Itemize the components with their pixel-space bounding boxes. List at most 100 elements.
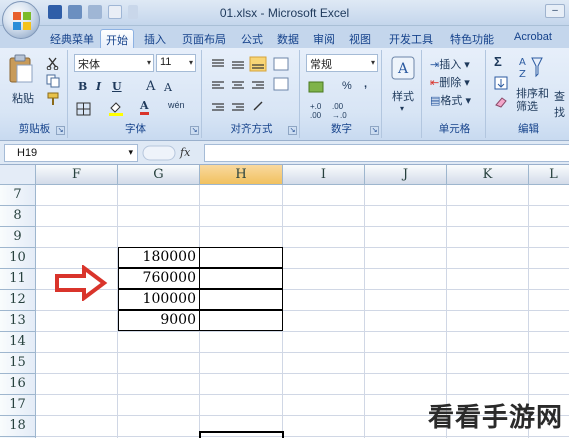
gridline [36,268,569,269]
fill-color-icon[interactable] [108,100,124,116]
formula-resize-icon[interactable] [142,145,176,161]
sort-filter-button[interactable]: 排序和 筛选 [516,88,549,114]
alignment-launcher-icon[interactable]: ↘ [288,126,297,135]
font-size-select[interactable]: 11 ▾ [156,54,196,72]
styles-button[interactable]: 样式 [392,88,414,104]
number-group: 常规 ▾ % , +.0.00 .00 →.0 数字 ↘ [302,50,382,138]
tab-formulas[interactable]: 公式 [236,29,268,48]
font-launcher-icon[interactable]: ↘ [190,126,199,135]
cell-g10[interactable]: 180000 [118,247,200,268]
column-header-j[interactable]: J [365,165,447,185]
name-box[interactable]: H19 ▾ [4,144,138,162]
tab-home[interactable]: 开始 [100,29,134,48]
font-color-button[interactable]: A [140,100,149,115]
underline-button[interactable]: U [112,80,122,93]
cut-icon[interactable] [46,56,60,70]
row-header-12[interactable]: 12 [0,290,36,311]
tab-page-layout[interactable]: 页面布局 [176,29,232,48]
ribbon: 粘贴 剪贴板 ↘ 宋体 ▾ 11 ▾ B I U A A A wén 字体 ↘ [0,48,569,141]
column-header-i[interactable]: I [283,165,365,185]
decrease-decimal-button[interactable]: .00 →.0 [332,102,347,120]
office-button[interactable] [2,1,40,39]
cell-h13[interactable] [199,310,283,331]
row-header-14[interactable]: 14 [0,332,36,353]
row-header-18[interactable]: 18 [0,416,36,437]
styles-icon[interactable]: A [391,56,415,80]
row-header-13[interactable]: 13 [0,311,36,332]
cell-g11[interactable]: 760000 [118,268,200,289]
row-header-8[interactable]: 8 [0,206,36,227]
phonetic-button[interactable]: wén [168,100,185,110]
formula-input[interactable] [204,144,569,162]
formula-bar: H19 ▾ fx [0,141,569,165]
clipboard-launcher-icon[interactable]: ↘ [56,126,65,135]
insert-cells-button[interactable]: ⇥插入 ▾ [430,56,470,72]
clear-icon[interactable] [494,96,508,108]
alignment-icons[interactable] [210,56,296,116]
autosum-button[interactable]: Σ [494,54,502,69]
row-header-17[interactable]: 17 [0,395,36,416]
chevron-down-icon: ▾ [370,58,375,67]
tab-review[interactable]: 审阅 [308,29,340,48]
column-header-g[interactable]: G [118,165,200,185]
tab-developer[interactable]: 开发工具 [382,29,440,48]
column-header-l[interactable]: L [529,165,569,185]
row-header-10[interactable]: 10 [0,248,36,269]
sort-filter-icon[interactable]: AZ [518,54,544,80]
cell-g13[interactable]: 9000 [118,310,200,331]
currency-icon[interactable] [308,80,326,94]
increase-decimal-button[interactable]: +.0.00 [310,102,321,120]
format-painter-icon[interactable] [46,92,60,106]
tab-view[interactable]: 视图 [344,29,376,48]
chevron-down-icon: ▾ [400,104,405,113]
number-launcher-icon[interactable]: ↘ [370,126,379,135]
insert-function-button[interactable]: fx [180,146,190,159]
tab-classic-menu[interactable]: 经典菜单 [46,29,98,48]
row-header-16[interactable]: 16 [0,374,36,395]
border-icon[interactable] [76,102,92,116]
cell-g12[interactable]: 100000 [118,289,200,310]
row-header-11[interactable]: 11 [0,269,36,290]
comma-button[interactable]: , [364,78,367,90]
italic-button[interactable]: I [96,80,101,93]
name-box-value: H19 [17,147,38,159]
fill-icon[interactable] [494,76,508,90]
bold-button[interactable]: B [78,80,87,93]
active-cell-h19[interactable] [199,431,284,438]
gridline [36,436,569,437]
find-button[interactable]: 查找 [554,88,569,120]
percent-button[interactable]: % [342,80,352,92]
column-header-h[interactable]: H [200,165,283,185]
minimize-button[interactable]: – [545,4,565,18]
select-all-button[interactable] [0,165,36,185]
gridline [36,373,569,374]
tab-data[interactable]: 数据 [272,29,304,48]
gridline [36,310,569,311]
cell-h10[interactable] [199,247,283,268]
delete-cells-button[interactable]: ⇤删除 ▾ [430,74,470,90]
paste-label[interactable]: 粘贴 [12,90,34,106]
column-header-f[interactable]: F [36,165,118,185]
cell-h11[interactable] [199,268,283,289]
svg-text:A: A [397,61,409,77]
tab-insert[interactable]: 插入 [138,29,172,48]
grow-font-button[interactable]: A [146,79,155,94]
format-cells-button[interactable]: ▤格式 ▾ [430,92,471,108]
row-header-7[interactable]: 7 [0,185,36,206]
font-group-label: 字体 [125,123,146,135]
column-header-k[interactable]: K [447,165,529,185]
office-logo-icon [13,12,31,30]
alignment-group-label: 对齐方式 [230,123,273,135]
alignment-group: 对齐方式 ↘ [204,50,300,138]
number-format-select[interactable]: 常规 ▾ [306,54,378,72]
shrink-font-button[interactable]: A [164,81,172,94]
row-header-9[interactable]: 9 [0,227,36,248]
tab-acrobat[interactable]: Acrobat [506,29,560,48]
tab-special[interactable]: 特色功能 [444,29,500,48]
cell-h12[interactable] [199,289,283,310]
copy-icon[interactable] [46,74,60,88]
gridline [36,394,569,395]
row-header-15[interactable]: 15 [0,353,36,374]
font-name-select[interactable]: 宋体 ▾ [74,54,154,72]
paste-icon[interactable] [8,54,34,84]
